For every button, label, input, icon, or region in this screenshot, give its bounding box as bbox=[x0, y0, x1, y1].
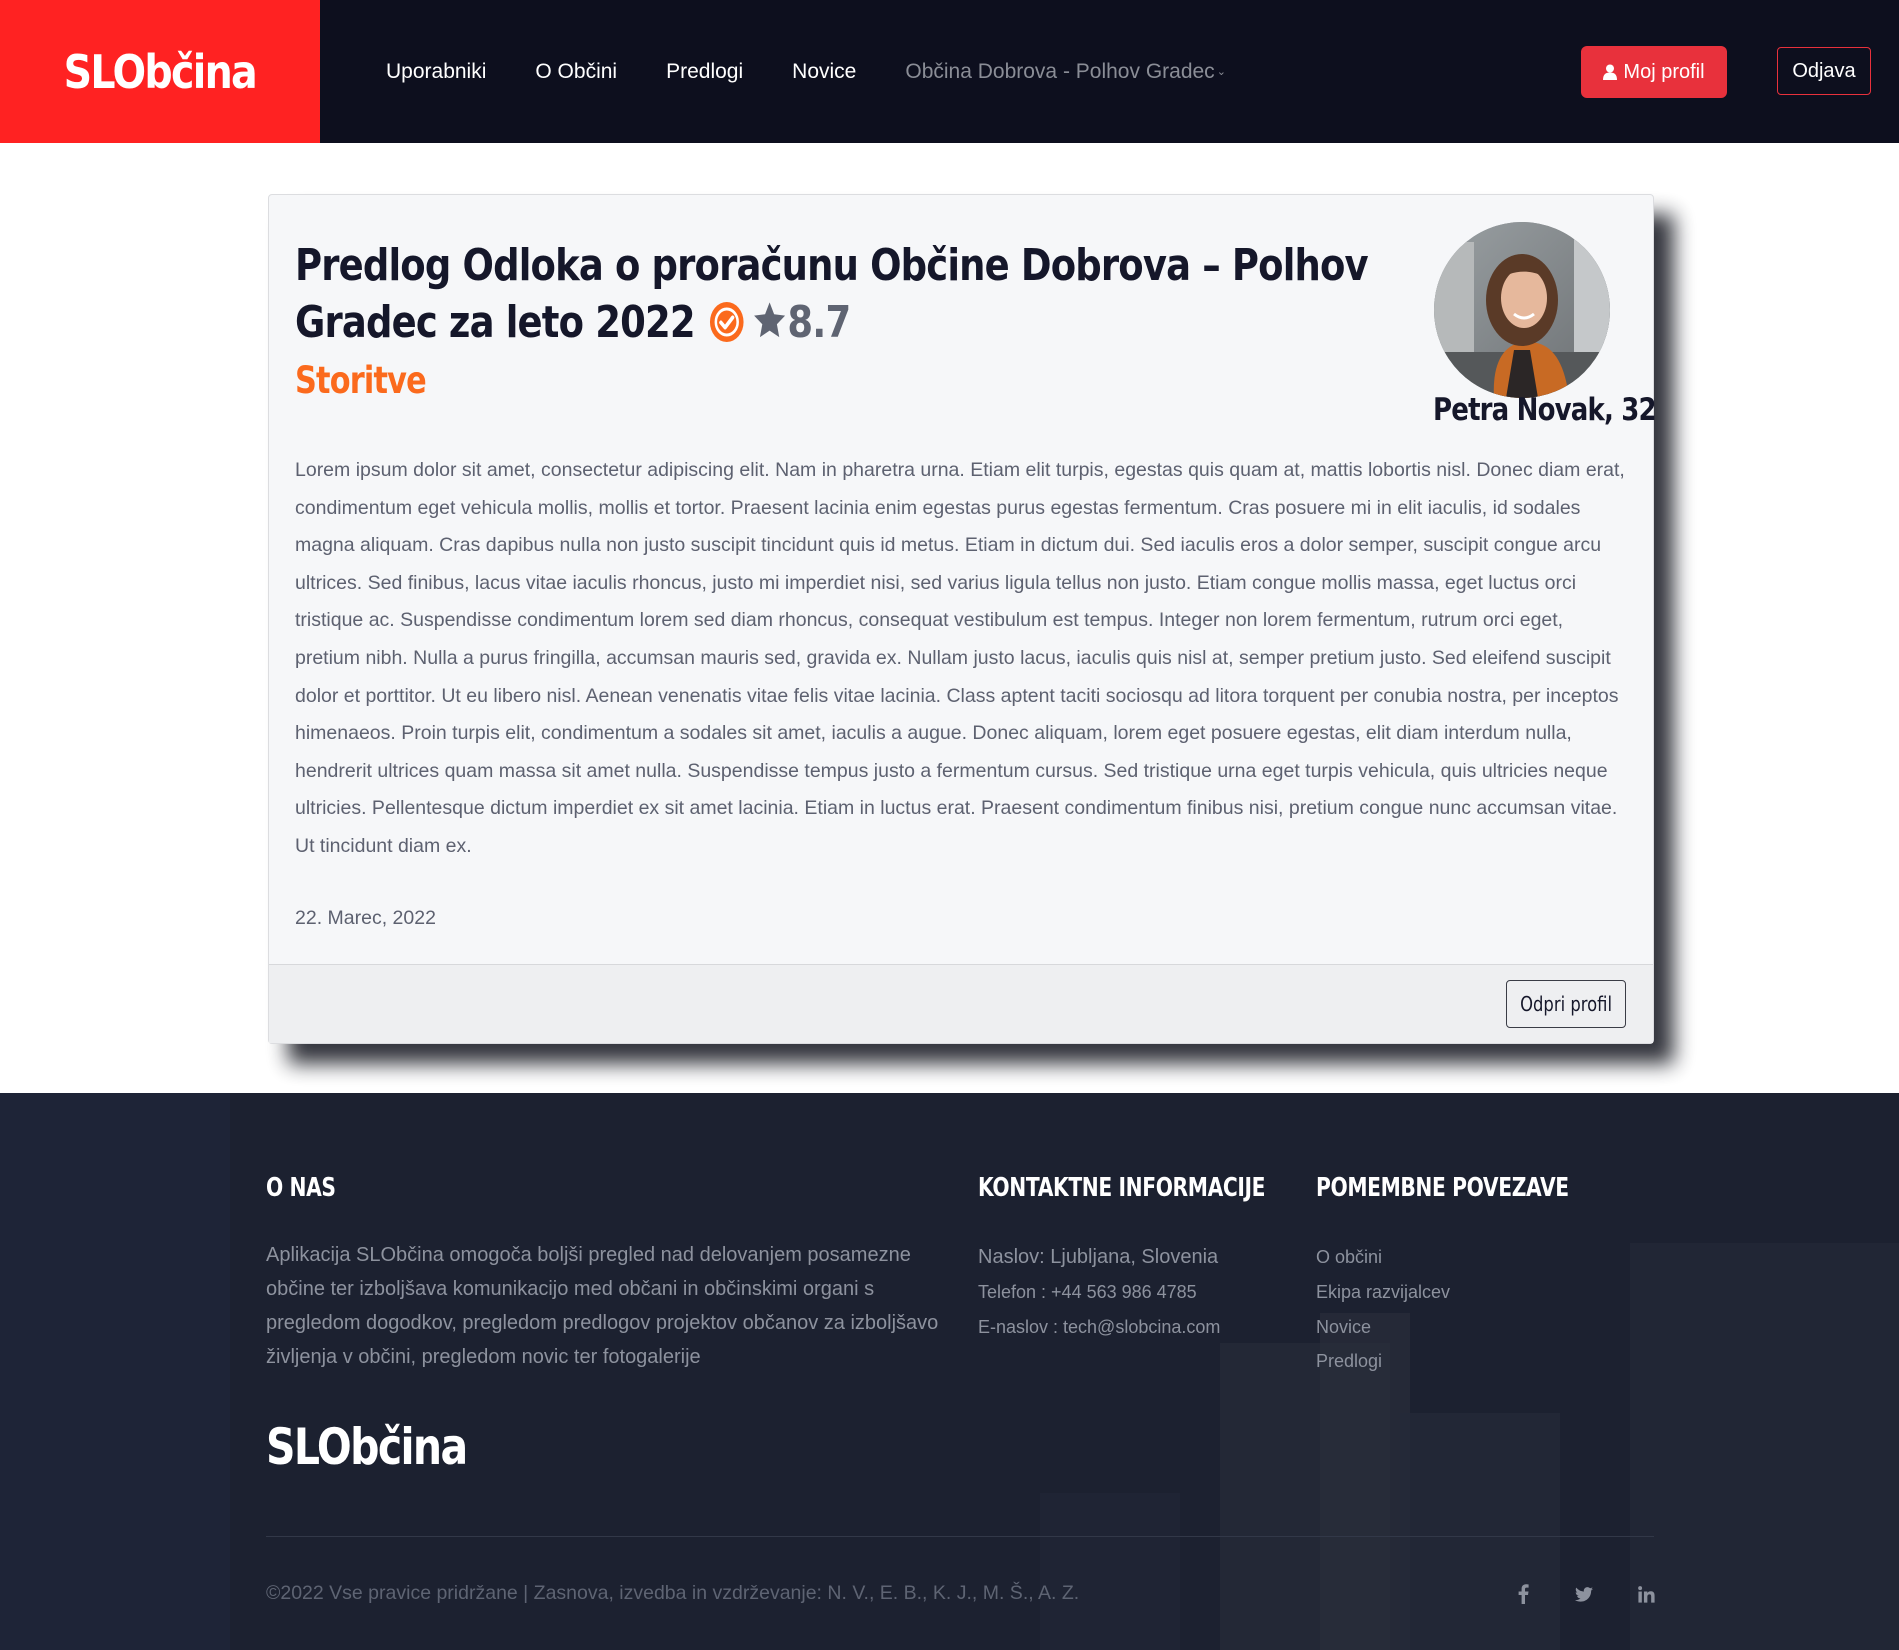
open-profile-label: Odpri profil bbox=[1520, 992, 1612, 1016]
contact-heading: KONTAKTNE INFORMACIJE bbox=[978, 1173, 1266, 1203]
site-footer: O NAS Aplikacija SLObčina omogoča boljši… bbox=[0, 1093, 1899, 1650]
top-navbar: SLObčina Uporabniki O Občini Predlogi No… bbox=[0, 0, 1899, 143]
important-links-heading: POMEMBNE POVEZAVE bbox=[1316, 1173, 1569, 1203]
footer-link-predlogi[interactable]: Predlogi bbox=[1316, 1351, 1382, 1372]
chevron-down-icon: ⌄ bbox=[1216, 66, 1226, 79]
proposal-body: Lorem ipsum dolor sit amet, consectetur … bbox=[295, 459, 1625, 857]
municipality-label: Občina Dobrova - Polhov Gradec bbox=[905, 59, 1215, 83]
nav-links: Uporabniki O Občini Predlogi Novice Obči… bbox=[386, 0, 1275, 143]
municipality-dropdown[interactable]: Občina Dobrova - Polhov Gradec ⌄ bbox=[905, 60, 1226, 84]
twitter-icon[interactable] bbox=[1572, 1582, 1596, 1606]
proposal-date: 22. Marec, 2022 bbox=[295, 907, 436, 929]
footer-divider bbox=[266, 1536, 1654, 1537]
nav-link-predlogi[interactable]: Predlogi bbox=[666, 60, 743, 84]
contact-phone: Telefon : +44 563 986 4785 bbox=[978, 1282, 1197, 1302]
facebook-icon[interactable] bbox=[1511, 1582, 1535, 1606]
about-text: Aplikacija SLObčina omogoča boljši pregl… bbox=[266, 1244, 939, 1368]
nav-link-uporabniki[interactable]: Uporabniki bbox=[386, 60, 486, 84]
footer-link-o-obcini[interactable]: O občini bbox=[1316, 1247, 1382, 1268]
author-name[interactable]: Petra Novak, 32 bbox=[1433, 392, 1657, 428]
contact-address: Naslov: Ljubljana, Slovenia bbox=[978, 1246, 1219, 1268]
footer-link-ekipa-razvijalcev[interactable]: Ekipa razvijalcev bbox=[1316, 1282, 1450, 1303]
proposal-category: Storitve bbox=[295, 359, 427, 402]
contact-email: E-naslov : tech@slobcina.com bbox=[978, 1317, 1221, 1337]
logout-label: Odjava bbox=[1792, 59, 1856, 82]
author-avatar[interactable] bbox=[1434, 222, 1610, 398]
my-profile-button[interactable]: Moj profil bbox=[1581, 46, 1727, 98]
about-heading: O NAS bbox=[266, 1173, 336, 1203]
open-profile-button[interactable]: Odpri profil bbox=[1506, 980, 1626, 1028]
proposal-card: Predlog Odloka o proračunu Občine Dobrov… bbox=[268, 194, 1657, 1044]
proposal-rating: 8.7 bbox=[787, 297, 851, 348]
footer-brand[interactable]: SLObčina bbox=[266, 1418, 468, 1476]
card-footer: Odpri profil bbox=[269, 964, 1653, 1043]
nav-link-novice[interactable]: Novice bbox=[792, 60, 856, 84]
copyright-text: ©2022 Vse pravice pridržane | Zasnova, i… bbox=[266, 1582, 1080, 1604]
proposal-title-block: Predlog Odloka o proračunu Občine Dobrov… bbox=[295, 237, 1421, 351]
nav-link-o-obcini[interactable]: O Občini bbox=[535, 60, 617, 84]
brand-text: SLObčina bbox=[63, 44, 258, 99]
footer-link-novice[interactable]: Novice bbox=[1316, 1317, 1371, 1338]
user-icon bbox=[1603, 64, 1618, 80]
star-icon bbox=[754, 302, 786, 338]
linkedin-icon[interactable] bbox=[1634, 1582, 1658, 1606]
logout-button[interactable]: Odjava bbox=[1777, 47, 1871, 95]
brand-logo[interactable]: SLObčina bbox=[0, 0, 320, 143]
verified-check-icon bbox=[710, 302, 744, 342]
my-profile-label: Moj profil bbox=[1623, 60, 1705, 83]
